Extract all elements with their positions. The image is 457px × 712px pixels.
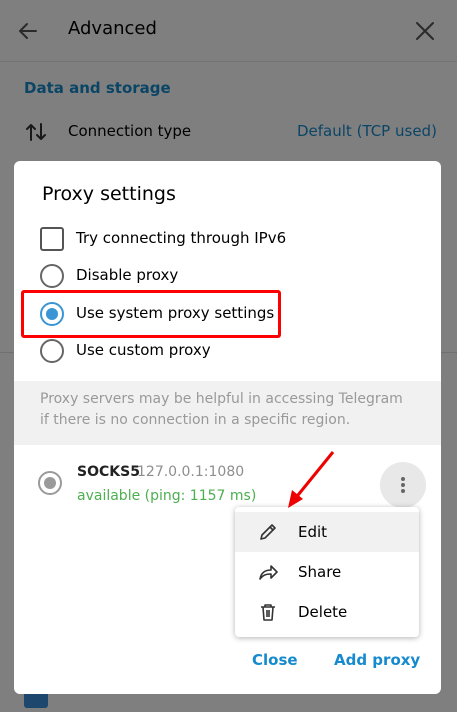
proxy-info-text: Proxy servers may be helpful in accessin… [14, 381, 441, 445]
custom-proxy-radio[interactable] [40, 339, 64, 363]
disable-proxy-radio[interactable] [40, 264, 64, 288]
proxy-type: SOCKS5 [77, 464, 140, 480]
more-options-button[interactable] [380, 462, 426, 508]
menu-item-edit[interactable]: Edit [235, 512, 419, 552]
ipv6-checkbox[interactable] [40, 227, 64, 251]
menu-item-label: Delete [298, 603, 348, 621]
close-button[interactable]: Close [252, 651, 298, 669]
menu-item-delete[interactable]: Delete [235, 592, 419, 632]
proxy-address: 127.0.0.1:1080 [137, 464, 245, 480]
more-vertical-icon-dot [401, 489, 405, 493]
custom-proxy-option[interactable]: Use custom proxy [40, 337, 400, 365]
trash-icon [261, 604, 275, 621]
menu-item-share[interactable]: Share [235, 552, 419, 592]
disable-proxy-option[interactable]: Disable proxy [40, 262, 400, 290]
menu-item-label: Edit [298, 523, 328, 541]
ipv6-option-label: Try connecting through IPv6 [76, 229, 287, 247]
ipv6-option[interactable]: Try connecting through IPv6 [40, 225, 400, 253]
proxy-radio[interactable] [38, 471, 62, 495]
proxy-context-menu: Edit Share Delete [235, 507, 419, 637]
add-proxy-button[interactable]: Add proxy [334, 651, 420, 669]
highlight-box [21, 290, 281, 338]
custom-proxy-label: Use custom proxy [76, 341, 211, 359]
menu-item-label: Share [298, 563, 342, 581]
proxy-status: available (ping: 1157 ms) [77, 488, 257, 504]
more-vertical-icon-dot [401, 483, 405, 487]
share-icon [259, 565, 278, 580]
disable-proxy-label: Disable proxy [76, 266, 179, 284]
proxy-settings-dialog: Proxy settings Try connecting through IP… [14, 161, 441, 694]
pencil-icon [260, 524, 276, 540]
dialog-title: Proxy settings [42, 183, 176, 205]
more-vertical-icon [401, 477, 405, 481]
